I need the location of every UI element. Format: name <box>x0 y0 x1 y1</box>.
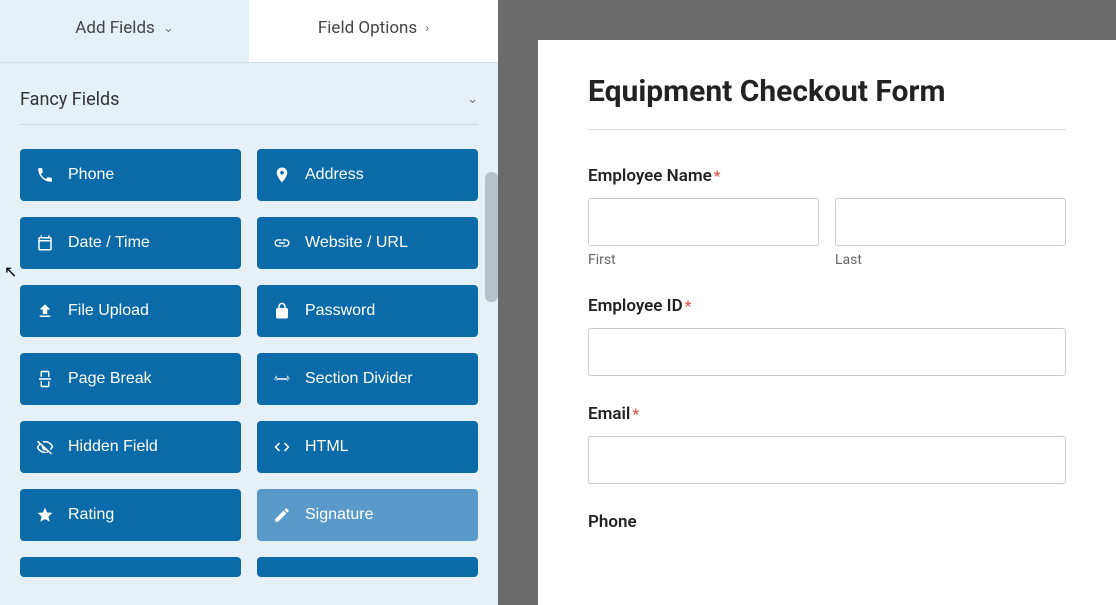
field-label: HTML <box>305 438 349 456</box>
field-upload[interactable]: File Upload <box>20 285 241 337</box>
divider <box>588 129 1066 130</box>
field-label: Signature <box>305 506 374 524</box>
field-label: Password <box>305 302 375 320</box>
field-extra-2[interactable] <box>257 557 478 577</box>
input-first-name[interactable] <box>588 198 819 246</box>
tab-field-options[interactable]: Field Options › <box>249 0 498 62</box>
field-label: Website / URL <box>305 234 408 252</box>
chevron-down-icon: ⌄ <box>467 92 478 107</box>
required-mark: * <box>685 297 692 315</box>
divider-icon <box>273 370 291 388</box>
field-password[interactable]: Password <box>257 285 478 337</box>
sublabel-first: First <box>588 252 819 268</box>
pagebreak-icon <box>36 370 54 388</box>
field-employee-id[interactable]: Employee ID* <box>588 296 1066 376</box>
field-hidden[interactable]: Hidden Field <box>20 421 241 473</box>
sidebar: ↖ Add Fields ⌄ Field Options › Fancy Fie… <box>0 0 498 605</box>
pencil-icon <box>273 506 291 524</box>
field-signature[interactable]: Signature <box>257 489 478 541</box>
field-html[interactable]: HTML <box>257 421 478 473</box>
field-phone-preview[interactable]: Phone <box>588 512 1066 532</box>
form-title: Equipment Checkout Form <box>588 74 1066 109</box>
label-email: Email* <box>588 404 1066 424</box>
field-rating[interactable]: Rating <box>20 489 241 541</box>
field-address[interactable]: Address <box>257 149 478 201</box>
input-last-name[interactable] <box>835 198 1066 246</box>
lock-icon <box>273 302 291 320</box>
eye-off-icon <box>36 438 54 456</box>
field-pagebreak[interactable]: Page Break <box>20 353 241 405</box>
code-icon <box>273 438 291 456</box>
link-icon <box>273 234 291 252</box>
label-employee-name: Employee Name* <box>588 166 1066 186</box>
star-icon <box>36 506 54 524</box>
field-datetime[interactable]: Date / Time <box>20 217 241 269</box>
input-employee-id[interactable] <box>588 328 1066 376</box>
pin-icon <box>273 166 291 184</box>
field-phone[interactable]: Phone <box>20 149 241 201</box>
field-employee-name[interactable]: Employee Name* First Last <box>588 166 1066 268</box>
phone-icon <box>36 166 54 184</box>
form-preview: Equipment Checkout Form Employee Name* F… <box>538 40 1116 605</box>
sublabel-last: Last <box>835 252 1066 268</box>
input-email[interactable] <box>588 436 1066 484</box>
tab-add-fields[interactable]: Add Fields ⌄ <box>0 0 249 62</box>
field-label: Address <box>305 166 364 184</box>
label-phone: Phone <box>588 512 1066 532</box>
field-label: Page Break <box>68 370 152 388</box>
calendar-icon <box>36 234 54 252</box>
field-grid: Phone Address Date / Time Website / URL … <box>0 125 498 587</box>
chevron-right-icon: › <box>425 21 429 36</box>
label-employee-id: Employee ID* <box>588 296 1066 316</box>
field-label: Rating <box>68 506 114 524</box>
required-mark: * <box>632 405 639 423</box>
field-label: Phone <box>68 166 114 184</box>
scrollbar-thumb[interactable] <box>485 172 498 302</box>
section-title: Fancy Fields <box>20 89 119 110</box>
tab-label: Add Fields <box>75 18 155 38</box>
field-email[interactable]: Email* <box>588 404 1066 484</box>
field-label: Hidden Field <box>68 438 158 456</box>
upload-icon <box>36 302 54 320</box>
field-label: File Upload <box>68 302 149 320</box>
chevron-down-icon: ⌄ <box>163 21 174 36</box>
section-header-fancy-fields[interactable]: Fancy Fields ⌄ <box>0 63 498 124</box>
field-section[interactable]: Section Divider <box>257 353 478 405</box>
tab-bar: Add Fields ⌄ Field Options › <box>0 0 498 63</box>
tab-label: Field Options <box>318 18 417 38</box>
required-mark: * <box>714 167 721 185</box>
field-website[interactable]: Website / URL <box>257 217 478 269</box>
preview-area: Equipment Checkout Form Employee Name* F… <box>498 0 1116 605</box>
field-label: Section Divider <box>305 370 413 388</box>
field-extra-1[interactable] <box>20 557 241 577</box>
field-label: Date / Time <box>68 234 150 252</box>
